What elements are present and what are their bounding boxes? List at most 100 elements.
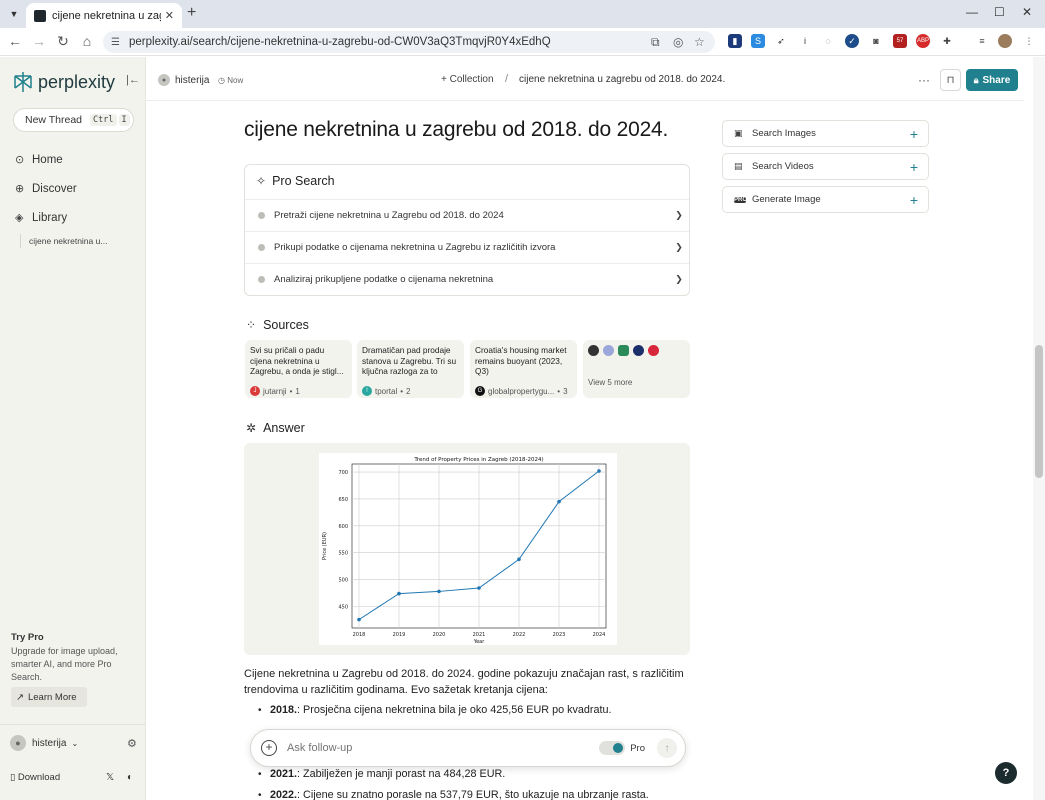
- eye-off-icon[interactable]: ◎: [673, 35, 683, 49]
- minimize-icon[interactable]: —: [966, 5, 978, 19]
- phone-icon: ▯: [10, 772, 16, 783]
- adblock-icon[interactable]: ABP: [916, 34, 930, 48]
- sidebar-divider: [0, 724, 146, 725]
- image-icon: ▣: [734, 128, 743, 138]
- source-card[interactable]: Dramatičan pad prodaje stanova u Zagrebu…: [357, 340, 464, 398]
- pro-search-step[interactable]: Pretraži cijene nekretnina u Zagrebu od …: [245, 199, 689, 230]
- new-tab-icon[interactable]: +: [187, 4, 196, 22]
- favicon-icon: [633, 345, 644, 356]
- extensions-puzzle-icon[interactable]: ✚: [940, 34, 954, 48]
- source-card[interactable]: Svi su pričali o padu cijena nekretnina …: [245, 340, 352, 398]
- price-trend-chart[interactable]: 450 500 550 600 650 700 2018 2019 2020 2021 2022 20…: [319, 453, 617, 645]
- step-label: Prikupi podatke o cijenama nekretnina u …: [274, 241, 556, 253]
- avatar: ●: [158, 74, 170, 86]
- source-number: 1: [295, 386, 300, 396]
- pro-search-icon: ✧: [256, 174, 267, 188]
- view-more-sources[interactable]: View 5 more: [583, 340, 690, 398]
- learn-more-button[interactable]: ↗ Learn More: [11, 687, 87, 707]
- help-button[interactable]: ?: [995, 762, 1017, 784]
- globalproperty-favicon-icon: G: [475, 386, 485, 396]
- source-card[interactable]: Croatia's housing market remains buoyant…: [470, 340, 577, 398]
- reload-icon[interactable]: ↻: [54, 33, 72, 50]
- install-app-icon[interactable]: ⧉: [651, 35, 660, 50]
- pro-search-step[interactable]: Analiziraj prikupljene podatke o cijenam…: [245, 263, 689, 294]
- search-images-button[interactable]: ▣ Search Images +: [722, 120, 929, 147]
- share-button[interactable]: 🔒︎ Share: [966, 69, 1018, 91]
- extension-info-icon[interactable]: i: [798, 34, 812, 48]
- star-icon[interactable]: ☆: [694, 35, 705, 49]
- browser-menu-icon[interactable]: ⋮: [1022, 34, 1036, 48]
- collection-label: Collection: [449, 74, 494, 85]
- question-icon: ?: [1002, 767, 1010, 779]
- data-point: [357, 617, 361, 622]
- attach-plus-icon[interactable]: +: [261, 740, 277, 756]
- site-info-icon[interactable]: ☰: [111, 37, 123, 48]
- y-tick-label: 450: [338, 604, 348, 610]
- browser-tab-title: cijene nekretnina u zagrebu od: [52, 9, 161, 22]
- search-videos-label: Search Videos: [752, 161, 814, 172]
- perplexity-logo[interactable]: perplexity: [13, 71, 115, 93]
- bookmark-button[interactable]: ⊓: [940, 69, 961, 91]
- sidebar-item-discover[interactable]: ⊕ Discover: [15, 182, 77, 196]
- close-window-icon[interactable]: ✕: [1022, 5, 1032, 19]
- reading-list-icon[interactable]: ≡: [975, 34, 989, 48]
- address-bar[interactable]: ☰ perplexity.ai/search/cijene-nekretnina…: [103, 31, 715, 53]
- globe-icon: ⊕: [15, 183, 25, 195]
- view-more-label: View 5 more: [588, 378, 633, 387]
- x-twitter-icon[interactable]: 𝕏: [106, 772, 114, 783]
- scrollbar-thumb[interactable]: [1035, 345, 1043, 478]
- x-tick-label: 2022: [513, 632, 526, 638]
- source-title: Dramatičan pad prodaje stanova u Zagrebu…: [362, 345, 457, 376]
- thread-timestamp: ◷ Now: [218, 76, 243, 85]
- list-item-year: 2018.: [270, 704, 298, 716]
- sources-icon: ⁘: [246, 318, 257, 332]
- user-menu[interactable]: ● histerija ⌄: [10, 735, 78, 751]
- more-options-icon[interactable]: ···: [918, 73, 930, 87]
- close-tab-icon[interactable]: ✕: [165, 9, 174, 22]
- clock-icon: ◷: [218, 76, 225, 85]
- pro-search-step[interactable]: Prikupi podatke o cijenama nekretnina u …: [245, 231, 689, 262]
- list-item-text: : Zabilježen je manji porast na 484,28 E…: [297, 768, 506, 780]
- y-tick-label: 500: [338, 578, 348, 584]
- extension-bookmark-icon[interactable]: ▮: [728, 34, 742, 48]
- maximize-icon[interactable]: ☐: [994, 5, 1005, 19]
- discord-icon[interactable]: ◐: [127, 772, 133, 783]
- extension-mouse-icon[interactable]: ◌: [821, 34, 835, 48]
- home-icon[interactable]: ⌂: [78, 33, 96, 49]
- search-videos-button[interactable]: ▤ Search Videos +: [722, 153, 929, 180]
- new-thread-button[interactable]: New Thread Ctrl I: [13, 108, 134, 132]
- profile-avatar-icon[interactable]: [998, 34, 1012, 48]
- sidebar-item-library[interactable]: ◈ Library: [15, 211, 67, 225]
- bookmark-icon: ⊓: [946, 74, 955, 86]
- chart-title: Trend of Property Prices in Zagreb (2018…: [413, 457, 543, 463]
- extension-rocket-icon[interactable]: ➶: [774, 34, 788, 48]
- x-axis-label: Year: [473, 639, 486, 645]
- tab-search-icon[interactable]: ▼: [6, 6, 22, 22]
- library-thread-item[interactable]: cijene nekretnina u...: [20, 234, 107, 248]
- pro-toggle[interactable]: [599, 741, 626, 755]
- download-link[interactable]: ▯ Download: [10, 772, 60, 783]
- favicon-icon: [588, 345, 599, 356]
- extension-badge-icon[interactable]: 57: [893, 34, 907, 48]
- sidebar-item-label: Home: [32, 153, 63, 166]
- add-to-collection-button[interactable]: + Collection: [441, 74, 494, 85]
- sidebar-item-home[interactable]: ⊙ Home: [15, 153, 63, 167]
- forward-icon[interactable]: →: [30, 33, 48, 49]
- extension-check-icon[interactable]: ✓: [845, 34, 859, 48]
- step-label: Analiziraj prikupljene podatke o cijenam…: [274, 273, 494, 285]
- x-tick-label: 2021: [473, 632, 486, 638]
- library-icon: ◈: [15, 212, 24, 224]
- extension-sync-icon[interactable]: S: [751, 34, 765, 48]
- extension-camera-icon[interactable]: ◙: [869, 34, 883, 48]
- avatar: ●: [10, 735, 26, 751]
- collapse-sidebar-icon[interactable]: |←: [126, 74, 140, 86]
- y-tick-label: 600: [338, 524, 348, 530]
- send-button[interactable]: ↑: [657, 738, 677, 758]
- answer-header: ✲ Answer: [246, 421, 305, 435]
- x-tick-label: 2019: [393, 632, 406, 638]
- back-icon[interactable]: ←: [6, 33, 24, 49]
- generate-image-button[interactable]: PRO Generate Image +: [722, 186, 929, 213]
- gear-icon[interactable]: ⚙: [127, 737, 137, 750]
- browser-tab[interactable]: cijene nekretnina u zagrebu od ✕: [26, 3, 182, 28]
- follow-up-input[interactable]: [287, 742, 600, 754]
